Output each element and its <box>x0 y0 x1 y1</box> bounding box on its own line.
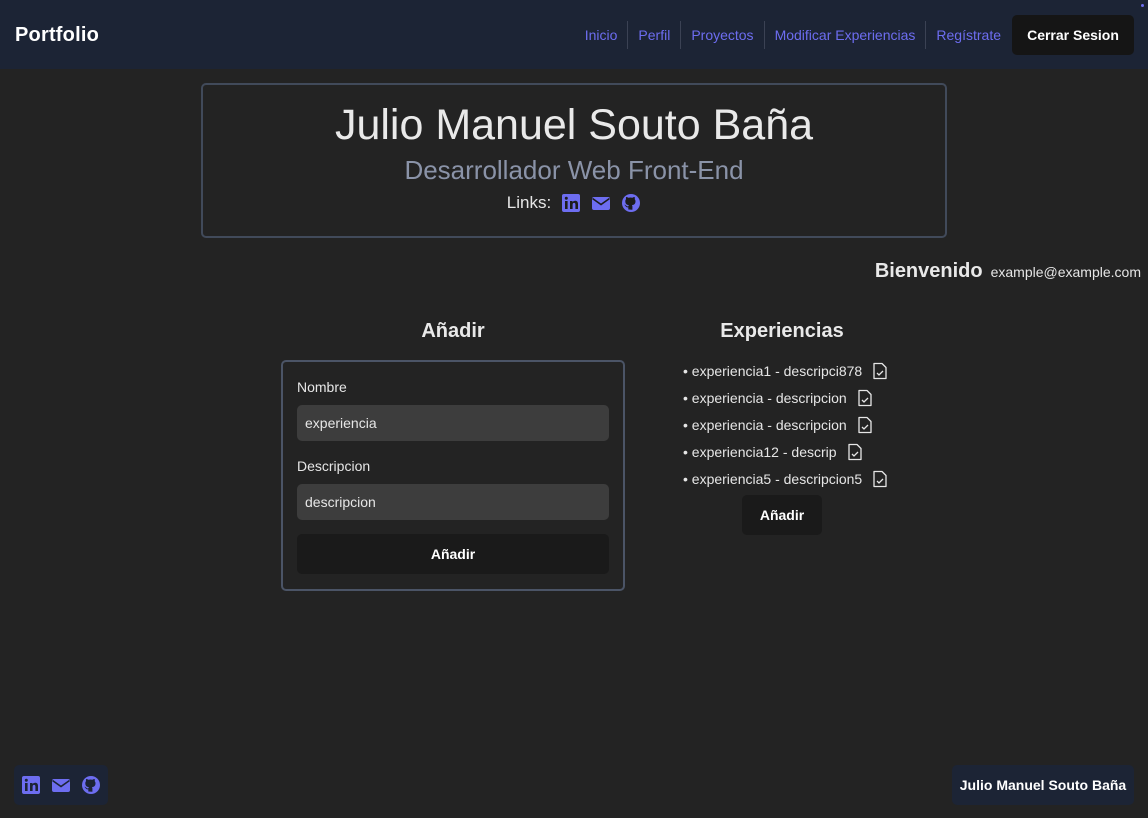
nav-links: Inicio Perfil Proyectos Modificar Experi… <box>575 21 1011 49</box>
links-row: Links: <box>203 193 945 213</box>
nav-link-modificar-experiencias[interactable]: Modificar Experiencias <box>763 21 926 49</box>
linkedin-icon[interactable] <box>21 775 41 795</box>
file-edit-icon[interactable] <box>847 443 863 461</box>
experience-item: • experiencia - descripcion <box>683 411 888 438</box>
nav-link-proyectos[interactable]: Proyectos <box>680 21 763 49</box>
experience-item: • experiencia5 - descripcion5 <box>683 465 888 492</box>
description-input[interactable] <box>297 484 609 520</box>
github-icon[interactable] <box>81 775 101 795</box>
experience-item: • experiencia1 - descripci878 <box>683 357 888 384</box>
linkedin-icon[interactable] <box>561 193 581 213</box>
person-role: Desarrollador Web Front-End <box>404 155 744 185</box>
footer-social-links <box>14 765 108 805</box>
welcome-email: example@example.com <box>990 264 1141 280</box>
brand-title[interactable]: Portfolio <box>15 24 99 47</box>
experience-text: • experiencia1 - descripci878 <box>683 362 863 379</box>
corner-dot <box>1141 4 1144 7</box>
name-input[interactable] <box>297 405 609 441</box>
add-experience-form: Nombre Descripcion Añadir <box>281 360 625 591</box>
mail-icon[interactable] <box>591 193 611 213</box>
person-name: Julio Manuel Souto Baña <box>334 101 814 149</box>
experience-text: • experiencia5 - descripcion5 <box>683 470 863 487</box>
add-experience-button[interactable]: Añadir <box>742 495 822 535</box>
experience-text: • experiencia - descripcion <box>683 416 847 433</box>
experience-text: • experiencia12 - descrip <box>683 443 837 460</box>
welcome-block: Bienvenido example@example.com <box>875 260 1141 283</box>
profile-header-card: Julio Manuel Souto Baña Desarrollador We… <box>201 83 947 238</box>
file-edit-icon[interactable] <box>857 416 873 434</box>
links-label: Links: <box>506 193 552 212</box>
file-edit-icon[interactable] <box>872 470 888 488</box>
mail-icon[interactable] <box>51 775 71 795</box>
description-field-label: Descripcion <box>297 458 371 474</box>
nav-link-perfil[interactable]: Perfil <box>627 21 680 49</box>
name-field-label: Nombre <box>297 379 347 395</box>
nav-link-inicio[interactable]: Inicio <box>575 21 628 49</box>
add-submit-button[interactable]: Añadir <box>297 534 609 574</box>
navbar: Portfolio Inicio Perfil Proyectos Modifi… <box>0 0 1148 69</box>
welcome-title: Bienvenido <box>874 260 983 282</box>
experience-item: • experiencia12 - descrip <box>683 438 888 465</box>
experiences-list: • experiencia1 - descripci878 • experien… <box>683 357 888 492</box>
nav-link-registrate[interactable]: Regístrate <box>925 21 1011 49</box>
footer-author-name: Julio Manuel Souto Baña <box>952 765 1134 805</box>
file-edit-icon[interactable] <box>872 362 888 380</box>
logout-button[interactable]: Cerrar Sesion <box>1012 15 1134 55</box>
experiences-title: Experiencias <box>720 320 844 342</box>
experience-text: • experiencia - descripcion <box>683 389 847 406</box>
add-form-title: Añadir <box>421 320 485 342</box>
github-icon[interactable] <box>621 193 641 213</box>
file-edit-icon[interactable] <box>857 389 873 407</box>
experience-item: • experiencia - descripcion <box>683 384 888 411</box>
